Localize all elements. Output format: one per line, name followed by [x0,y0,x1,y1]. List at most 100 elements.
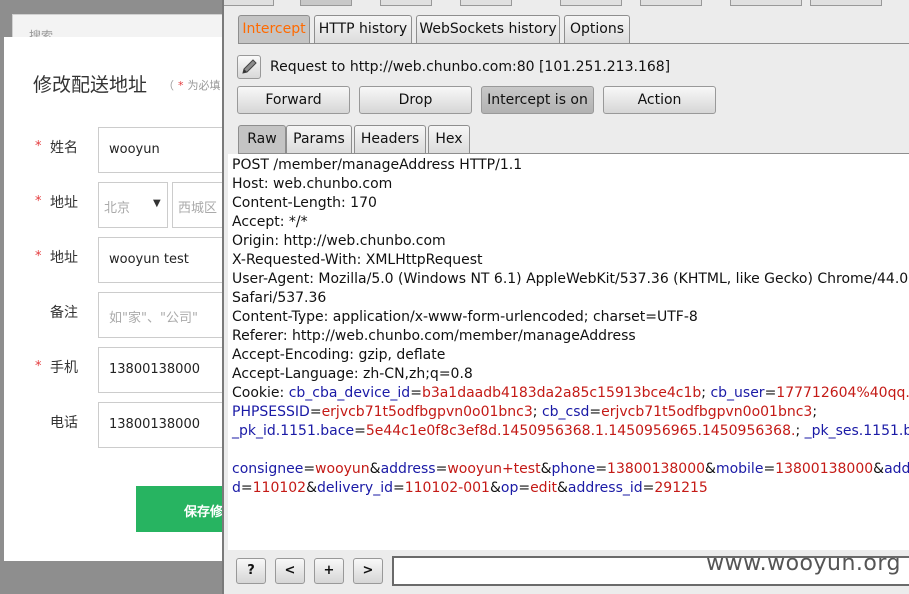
form-row-phone: 电话 13800138000 [4,402,230,450]
tab-headers[interactable]: Headers [354,125,426,153]
required-mark: * [35,359,42,374]
param-name: cb_csd [541,404,590,420]
pencil-icon[interactable] [237,55,261,79]
name-input[interactable]: wooyun [98,127,230,173]
tab-websockets-history[interactable]: WebSockets history [416,15,560,43]
request-line: POST /member/manageAddress HTTP/1.1 [232,157,523,173]
tab-raw[interactable]: Raw [238,125,286,153]
param-value: erjvcb71t5odfbgpvn0o01bnc3 [321,404,533,420]
required-mark: * [35,194,42,209]
address-input[interactable]: wooyun test [98,237,230,283]
cookie-line: PHPSESSID=erjvcb71t5odfbgpvn0o01bnc3; cb… [232,404,818,420]
mobile-input[interactable]: 13800138000 [98,347,230,393]
param-name: mobile [715,461,764,477]
main-tab-proxy[interactable] [300,0,352,6]
tab-intercept[interactable]: Intercept [238,15,310,43]
required-mark: * [35,139,42,154]
param-name: delivery_id [317,480,393,496]
form-row-name: * 姓名 wooyun [4,127,230,175]
province-value: 北京 [104,201,131,216]
param-name: _pk_ses.1151.bace [804,423,909,439]
request-target: Request to http://web.chunbo.com:80 [101… [270,59,671,75]
tab-options[interactable]: Options [564,15,630,43]
help-button[interactable]: ? [236,558,266,584]
main-tab[interactable] [460,0,512,6]
web-page-background: 搜索 修改配送地址 （* 为必填 * 姓名 wooyun * 地址 北京 ▼ 西城… [0,0,230,594]
note-label: 备注 [50,305,78,321]
district-value: 西城区 [178,201,218,216]
param-value: 110102 [252,480,307,496]
name-label: 姓名 [50,140,78,156]
main-tab[interactable] [224,0,274,6]
save-button-label: 保存修 [184,505,224,520]
param-value: 291215 [654,480,708,496]
mobile-label: 手机 [50,360,78,376]
param-value: erjvcb71t5odfbgpvn0o01bnc3 [601,404,813,420]
header-line: Content-Type: application/x-www-form-url… [232,309,698,325]
form-row-note: 备注 如"家"、"公司" [4,292,230,340]
header-line: Origin: http://web.chunbo.com [232,233,446,249]
header-line: Safari/537.36 [232,290,327,306]
param-name: address [380,461,436,477]
hint-star: * [178,79,184,92]
next-button[interactable]: > [353,558,383,584]
header-line: X-Requested-With: XMLHttpRequest [232,252,483,268]
main-tab[interactable] [810,0,882,6]
header-line: Referer: http://web.chunbo.com/member/ma… [232,328,636,344]
param-name: consignee [232,461,304,477]
header-line: Accept: */* [232,214,308,230]
main-tab[interactable] [640,0,702,6]
note-placeholder: 如"家"、"公司" [109,311,198,326]
drop-button[interactable]: Drop [359,86,472,114]
modal-title: 修改配送地址 [33,74,148,96]
param-value: b3a1daadb4183da2a85c15913bce4c1b [421,385,702,401]
phone-label: 电话 [50,415,78,431]
tab-params[interactable]: Params [286,125,352,153]
form-row-address: * 地址 wooyun test [4,237,230,285]
tab-http-history[interactable]: HTTP history [314,15,412,43]
required-mark: * [35,249,42,264]
main-tab-strip [224,0,909,8]
param-value: 177712604%40qq.com [776,385,909,401]
phone-input[interactable]: 13800138000 [98,402,230,448]
body-line: d=110102&delivery_id=110102-001&op=edit&… [232,480,708,496]
param-name: cb_cba_device_id [288,385,411,401]
header-line: Accept-Encoding: gzip, deflate [232,347,446,363]
header-line: Content-Length: 170 [232,195,377,211]
province-select[interactable]: 北京 ▼ [98,182,168,228]
note-input[interactable]: 如"家"、"公司" [98,292,230,338]
save-button[interactable]: 保存修 [136,486,230,532]
param-name: address_id [567,480,643,496]
add-button[interactable]: + [314,558,344,584]
param-name: d [232,480,241,496]
intercept-toggle-button[interactable]: Intercept is on [481,86,594,114]
address-label: 地址 [50,250,78,266]
raw-request-editor[interactable]: POST /member/manageAddress HTTP/1.1 Host… [228,154,909,550]
tab-hex[interactable]: Hex [428,125,470,153]
mobile-value: 13800138000 [109,362,200,377]
header-line: Host: web.chunbo.com [232,176,393,192]
param-name: PHPSESSID [232,404,310,420]
forward-button[interactable]: Forward [237,86,350,114]
previous-button[interactable]: < [275,558,305,584]
edit-address-modal: 修改配送地址 （* 为必填 * 姓名 wooyun * 地址 北京 ▼ 西城区 *… [4,37,230,561]
param-value: 13800138000 [607,461,706,477]
param-name: phone [551,461,596,477]
param-name: _pk_id.1151.bace [232,423,355,439]
required-hint: （ * 为必填 [163,77,221,93]
chevron-down-icon: ▼ [153,198,161,209]
form-row-mobile: * 手机 13800138000 [4,347,230,395]
main-tab[interactable] [380,0,432,6]
param-value: 13800138000 [775,461,874,477]
header-line: User-Agent: Mozilla/5.0 (Windows NT 6.1)… [232,271,909,287]
main-tab[interactable] [730,0,802,6]
main-tab[interactable] [560,0,622,6]
cookie-line: _pk_id.1151.bace=5e44c1e0f8c3ef8d.145095… [232,422,909,441]
phone-value: 13800138000 [109,417,200,432]
cookie-line: Cookie: cb_cba_device_id=b3a1daadb4183da… [232,384,909,403]
hint-open: （ [163,79,174,92]
tab-divider [238,43,909,44]
form-row-region: * 地址 北京 ▼ 西城区 [4,182,230,230]
action-button[interactable]: Action [603,86,716,114]
param-value: 110102-001 [404,480,490,496]
